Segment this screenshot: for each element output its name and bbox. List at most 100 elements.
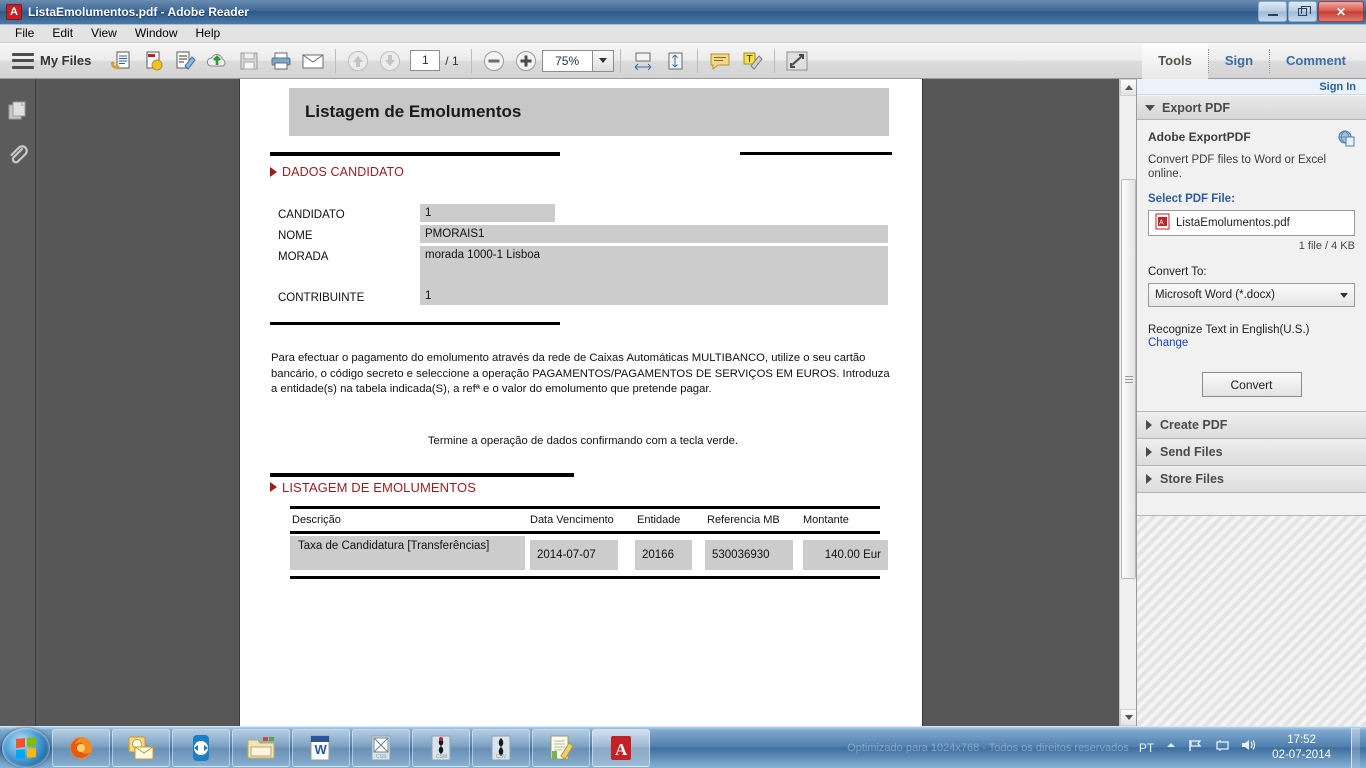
- create-pdf-label: Create PDF: [1160, 418, 1228, 432]
- start-button[interactable]: [2, 727, 50, 768]
- taskbar-item-firefox[interactable]: [52, 728, 110, 767]
- convert-button-wrap: Convert: [1148, 372, 1355, 397]
- window-controls: ✕: [1257, 1, 1364, 22]
- scroll-down-button[interactable]: [1120, 709, 1137, 726]
- create-pdf-icon[interactable]: [139, 47, 167, 75]
- page-title: Listagem de Emolumentos: [305, 102, 522, 121]
- network-icon[interactable]: [1188, 738, 1204, 757]
- next-page-icon[interactable]: [376, 47, 404, 75]
- upload-cloud-icon[interactable]: [203, 47, 231, 75]
- attachments-icon[interactable]: [0, 133, 36, 177]
- menu-item-view[interactable]: View: [82, 25, 126, 42]
- menubar: File Edit View Window Help: [0, 25, 1366, 43]
- cell-descricao: Taxa de Candidatura [Transferências]: [290, 536, 525, 570]
- table-header-montante: Montante: [803, 514, 849, 526]
- table-top-rule: [290, 506, 880, 509]
- pdf-page[interactable]: Listagem de Emolumentos DADOS CANDIDATO …: [240, 79, 922, 726]
- convert-button[interactable]: Convert: [1201, 372, 1302, 397]
- close-button[interactable]: ✕: [1318, 1, 1364, 22]
- zoom-in-icon[interactable]: [512, 47, 540, 75]
- menu-item-help[interactable]: Help: [187, 25, 230, 42]
- caret-down-icon: [1124, 715, 1133, 720]
- taskbar-item-editor-css[interactable]: CSS: [352, 728, 410, 767]
- page-thumbnails-icon[interactable]: [0, 89, 36, 133]
- page-number-input[interactable]: 1: [410, 50, 441, 71]
- navigation-rail: [0, 79, 36, 726]
- menu-hamburger-icon[interactable]: [12, 52, 34, 69]
- export-pdf-product-row: Adobe ExportPDF: [1148, 130, 1355, 150]
- scrollbar-thumb[interactable]: [1121, 179, 1136, 579]
- monitor-icon[interactable]: [1214, 738, 1230, 757]
- instructions-paragraph: Para efectuar o pagamento do emolumento …: [271, 352, 890, 395]
- maximize-button[interactable]: [1288, 1, 1317, 22]
- sign-in-link[interactable]: Sign In: [1137, 79, 1366, 95]
- edit-pdf-icon[interactable]: [171, 47, 199, 75]
- document-scrollbar[interactable]: [1119, 79, 1137, 726]
- selected-file-field[interactable]: A ListaEmolumentos.pdf: [1148, 210, 1355, 236]
- my-files-button[interactable]: My Files: [40, 53, 91, 68]
- field-label-contribuinte: CONTRIBUINTE: [278, 292, 365, 304]
- document-viewport[interactable]: Listagem de Emolumentos DADOS CANDIDATO …: [37, 79, 1119, 726]
- field-value-nome: PMORAIS1: [420, 225, 888, 243]
- table-bottom-rule: [290, 576, 880, 579]
- taskbar-item-editor-csm[interactable]: CSM: [412, 728, 470, 767]
- taskbar-item-editor-csv[interactable]: CSV: [472, 728, 530, 767]
- sign-button[interactable]: Sign: [1209, 43, 1269, 79]
- highlight-text-icon[interactable]: T: [738, 47, 766, 75]
- volume-icon[interactable]: [1240, 738, 1256, 757]
- tools-panel: Sign In Export PDF Adobe ExportPDF Conve…: [1136, 79, 1366, 726]
- minimize-button[interactable]: [1258, 1, 1287, 22]
- system-tray: Optimizado para 1024x768 - Todos os dire…: [847, 727, 1366, 768]
- show-hidden-icons-button[interactable]: [1164, 738, 1178, 757]
- chevron-down-icon: [1340, 292, 1348, 298]
- pdf-icon: [6, 4, 22, 20]
- taskbar-item-outlook[interactable]: [112, 728, 170, 767]
- taskbar-item-explorer[interactable]: [232, 728, 290, 767]
- taskbar-item-teamviewer[interactable]: [172, 728, 230, 767]
- sticky-note-icon[interactable]: [706, 47, 734, 75]
- export-pdf-body: Adobe ExportPDF Convert PDF files to Wor…: [1137, 120, 1366, 412]
- field-value-contribuinte: 1: [420, 287, 888, 305]
- chevron-right-icon: [1146, 447, 1152, 457]
- taskbar-item-adobe-reader[interactable]: A: [592, 728, 650, 767]
- clock[interactable]: 17:52 02-07-2014: [1266, 733, 1337, 763]
- change-language-link[interactable]: Change: [1148, 337, 1355, 349]
- fit-width-icon[interactable]: [629, 47, 657, 75]
- save-icon[interactable]: [235, 47, 263, 75]
- convert-to-select[interactable]: Microsoft Word (*.docx): [1148, 283, 1355, 307]
- zoom-level-input[interactable]: 75%: [541, 49, 592, 72]
- svg-text:W: W: [315, 742, 328, 757]
- send-files-section[interactable]: Send Files: [1137, 439, 1366, 466]
- taskbar-item-word[interactable]: W: [292, 728, 350, 767]
- scroll-up-button[interactable]: [1120, 79, 1137, 96]
- cell-referencia-mb: 530036930: [705, 540, 793, 570]
- comment-button[interactable]: Comment: [1270, 43, 1362, 79]
- windows-logo-icon: [16, 736, 36, 759]
- email-icon[interactable]: [299, 47, 327, 75]
- taskbar-item-notepad[interactable]: [532, 728, 590, 767]
- menu-item-edit[interactable]: Edit: [43, 25, 82, 42]
- section-heading-candidate: DADOS CANDIDATO: [282, 165, 404, 179]
- section-rule-right: [740, 152, 892, 155]
- store-files-section[interactable]: Store Files: [1137, 466, 1366, 493]
- tools-button[interactable]: Tools: [1142, 42, 1208, 79]
- window-titlebar[interactable]: ListaEmolumentos.pdf - Adobe Reader ✕: [0, 0, 1366, 25]
- language-indicator[interactable]: PT: [1139, 741, 1154, 755]
- page-total-label: / 1: [445, 53, 459, 68]
- create-pdf-section[interactable]: Create PDF: [1137, 412, 1366, 439]
- export-pdf-header[interactable]: Export PDF: [1137, 95, 1366, 120]
- open-file-icon[interactable]: [107, 47, 135, 75]
- table-header-rule: [290, 531, 880, 534]
- show-desktop-button[interactable]: [1351, 727, 1360, 768]
- menu-item-file[interactable]: File: [6, 25, 43, 42]
- print-icon[interactable]: [267, 47, 295, 75]
- window-title: ListaEmolumentos.pdf - Adobe Reader: [28, 5, 249, 19]
- zoom-dropdown-button[interactable]: [591, 49, 614, 72]
- read-mode-icon[interactable]: [783, 47, 811, 75]
- menu-item-window[interactable]: Window: [126, 25, 187, 42]
- fit-page-icon[interactable]: [661, 47, 689, 75]
- table-header-descricao: Descrição: [292, 514, 341, 526]
- zoom-out-icon[interactable]: [480, 47, 508, 75]
- table-header-data-vencimento: Data Vencimento: [530, 514, 614, 526]
- previous-page-icon[interactable]: [344, 47, 372, 75]
